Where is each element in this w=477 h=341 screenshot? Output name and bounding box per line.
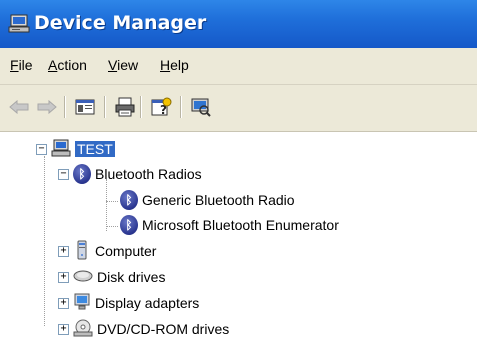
toolbar-separator: [64, 96, 66, 118]
tree-node-label: Bluetooth Radios: [95, 166, 202, 182]
tree-line: [44, 156, 45, 326]
menu-action[interactable]: Action: [48, 57, 87, 73]
tree-node-label: Display adapters: [95, 295, 200, 311]
disk-drive-icon: [73, 269, 93, 286]
menu-help-rest: elp: [170, 57, 189, 73]
tree-node-root[interactable]: − TEST: [36, 138, 115, 160]
bluetooth-icon: ᛒ: [73, 164, 91, 184]
print-button[interactable]: [112, 95, 138, 119]
menu-file-accel: F: [10, 57, 19, 73]
collapse-toggle[interactable]: −: [36, 143, 47, 155]
tree-node-label: Disk drives: [97, 269, 166, 285]
computer-icon: [51, 139, 71, 160]
tree-node-label: TEST: [75, 141, 115, 157]
expand-toggle[interactable]: +: [58, 271, 69, 283]
menu-view-rest: iew: [117, 57, 139, 73]
menu-view-accel: V: [108, 57, 118, 73]
show-hide-console-tree-button[interactable]: [72, 95, 98, 119]
toolbar-separator: [104, 96, 106, 118]
tree-line: [106, 201, 118, 202]
toolbar-separator: [140, 96, 142, 118]
device-tree: − TEST − ᛒ Bluetooth Radios ᛒ Generic Bl…: [0, 132, 477, 341]
menu-file-rest: ile: [18, 57, 33, 73]
title-bar: Device Manager: [0, 0, 477, 48]
menu-action-accel: A: [48, 57, 58, 73]
tree-node-label: DVD/CD-ROM drives: [97, 321, 230, 337]
computer-icon: [73, 240, 91, 263]
tree-node-computer[interactable]: + Computer: [58, 240, 156, 262]
toolbar: ?: [0, 85, 477, 132]
tree-line: [106, 179, 107, 231]
menu-file[interactable]: File: [10, 57, 33, 73]
display-adapter-icon: [73, 293, 91, 314]
expand-toggle[interactable]: +: [58, 297, 69, 309]
back-arrow-icon: [9, 100, 29, 114]
collapse-toggle[interactable]: −: [58, 168, 69, 180]
tree-node-microsoft-bluetooth-enumerator[interactable]: ᛒ Microsoft Bluetooth Enumerator: [120, 214, 339, 236]
tree-line: [106, 226, 118, 227]
tree-node-label: Computer: [95, 243, 157, 259]
cd-drive-icon: [73, 319, 93, 340]
window-title: Device Manager: [34, 12, 207, 34]
menu-help[interactable]: Help: [160, 57, 189, 73]
tree-node-disk-drives[interactable]: + Disk drives: [58, 266, 165, 288]
menu-view[interactable]: View: [108, 57, 138, 73]
tree-node-label: Microsoft Bluetooth Enumerator: [142, 217, 339, 233]
menu-help-accel: H: [160, 57, 171, 73]
properties-help-icon: ?: [151, 97, 172, 117]
tree-node-dvd-cd-rom-drives[interactable]: + DVD/CD-ROM drives: [58, 318, 229, 340]
tree-node-label: Generic Bluetooth Radio: [142, 192, 295, 208]
device-manager-icon: [8, 14, 30, 38]
menu-bar: File Action View Help: [0, 48, 477, 85]
console-tree-icon: [75, 99, 95, 115]
tree-node-generic-bluetooth-radio[interactable]: ᛒ Generic Bluetooth Radio: [120, 189, 295, 211]
menu-action-rest: ction: [57, 57, 87, 73]
bluetooth-icon: ᛒ: [120, 190, 138, 210]
tree-node-display-adapters[interactable]: + Display adapters: [58, 292, 199, 314]
forward-button[interactable]: [34, 95, 60, 119]
forward-arrow-icon: [37, 100, 57, 114]
properties-help-button[interactable]: ?: [148, 95, 174, 119]
tree-node-bluetooth-radios[interactable]: − ᛒ Bluetooth Radios: [58, 163, 202, 185]
expand-toggle[interactable]: +: [58, 323, 69, 335]
printer-icon: [115, 97, 135, 117]
scan-hardware-changes-button[interactable]: [188, 95, 214, 119]
expand-toggle[interactable]: +: [58, 245, 69, 257]
scan-hardware-icon: [191, 98, 211, 117]
back-button[interactable]: [6, 95, 32, 119]
bluetooth-icon: ᛒ: [120, 215, 138, 235]
toolbar-separator: [180, 96, 182, 118]
